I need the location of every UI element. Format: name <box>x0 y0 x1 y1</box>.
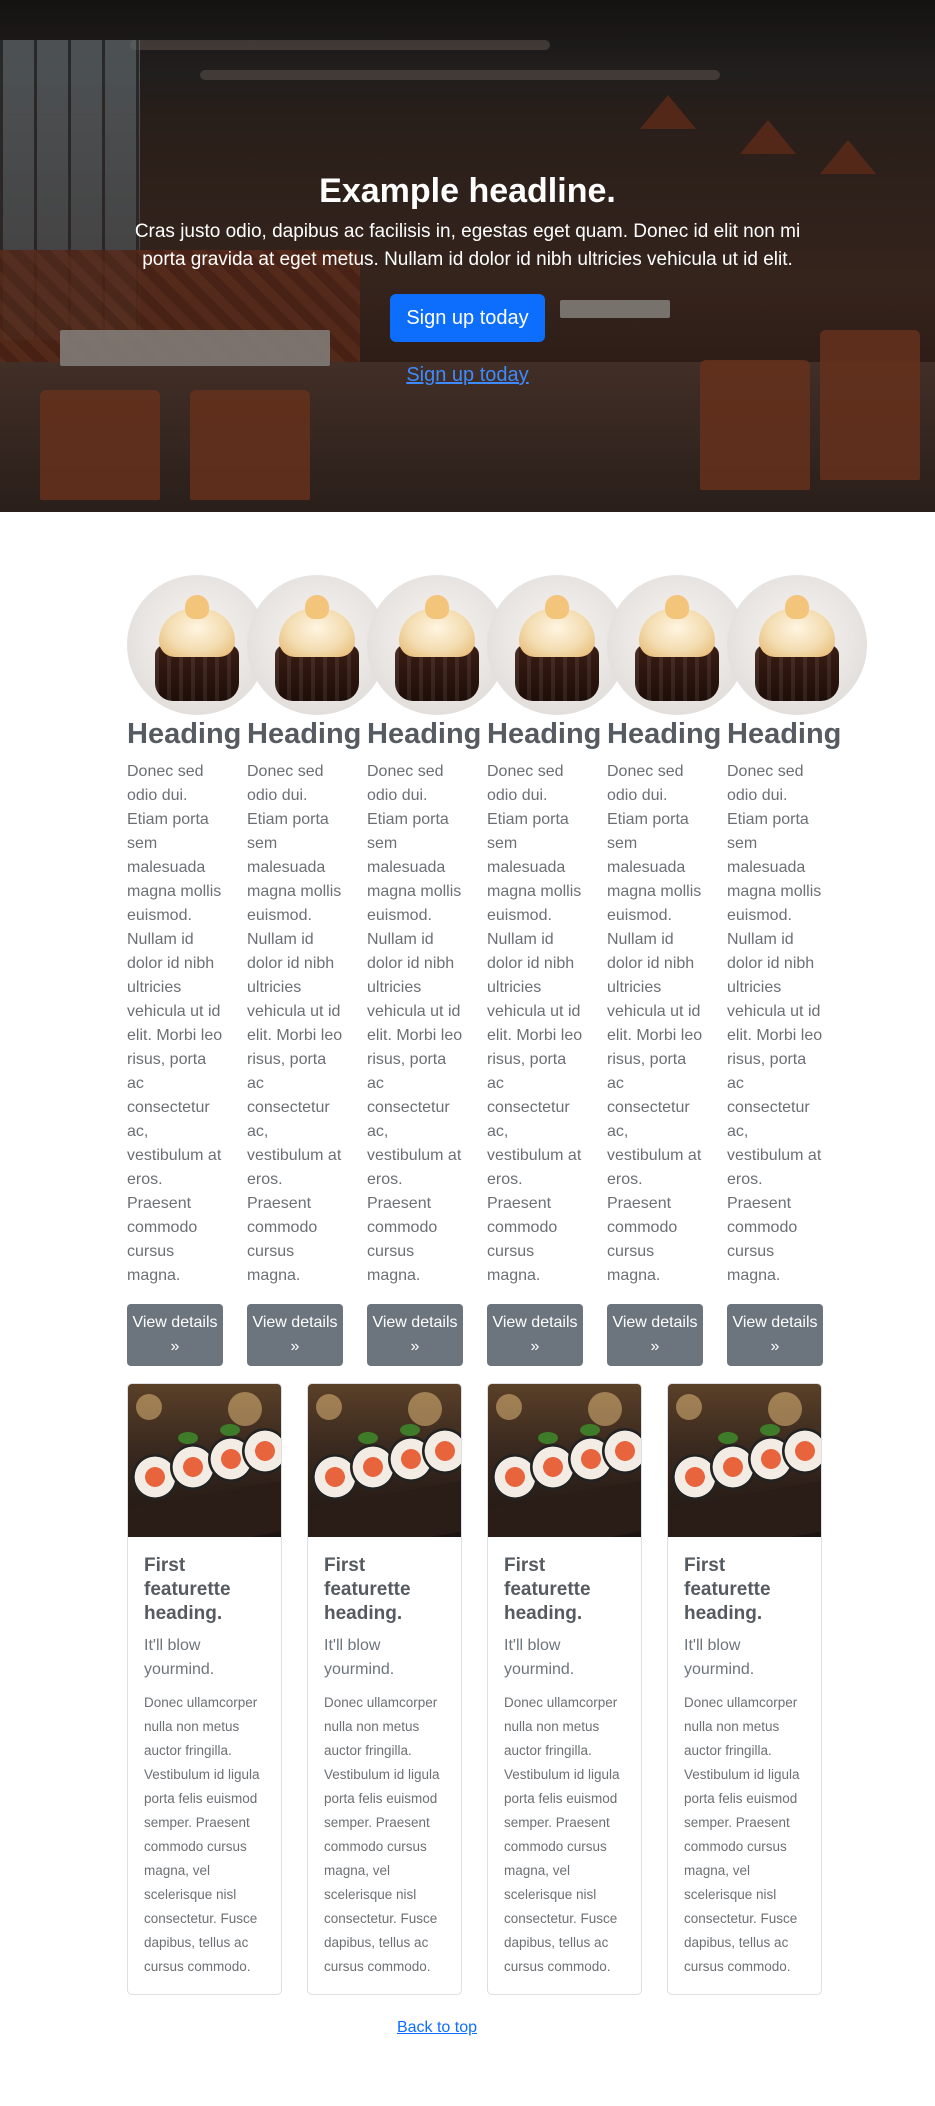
cupcake-image <box>247 575 387 715</box>
view-details-button[interactable]: View details » <box>367 1304 463 1366</box>
card-body: First featurette heading. It'll blow you… <box>144 1554 268 1979</box>
featurette-card: First featurette heading. It'll blow you… <box>487 1383 642 1995</box>
view-details-button[interactable]: View details » <box>607 1304 703 1366</box>
column-text: Donec sed odio dui. Etiam porta sem male… <box>607 763 703 1284</box>
back-to-top-link[interactable]: Back to top <box>0 2019 874 2037</box>
column-text: Donec sed odio dui. Etiam porta sem male… <box>367 763 463 1284</box>
card-text: Donec ullamcorper nulla non metus auctor… <box>684 1695 800 1974</box>
cupcake-image <box>127 575 267 715</box>
column-heading: Heading <box>247 718 362 750</box>
view-details-button[interactable]: View details » <box>247 1304 343 1366</box>
column-heading: Heading <box>367 718 482 750</box>
featurette-card: First featurette heading. It'll blow you… <box>667 1383 822 1995</box>
sushi-image <box>128 1384 281 1537</box>
card-subtitle: It'll blow yourmind. <box>504 1637 575 1678</box>
sign-up-button[interactable]: Sign up today <box>390 294 545 342</box>
column-heading: Heading <box>607 718 722 750</box>
column-text: Donec sed odio dui. Etiam porta sem male… <box>247 763 343 1284</box>
card-body: First featurette heading. It'll blow you… <box>324 1554 448 1979</box>
card-subtitle: It'll blow yourmind. <box>684 1637 755 1678</box>
hero-banner: Example headline. Cras justo odio, dapib… <box>0 0 935 512</box>
featurette-card: First featurette heading. It'll blow you… <box>127 1383 282 1995</box>
cupcake-image <box>367 575 507 715</box>
card-text: Donec ullamcorper nulla non metus auctor… <box>144 1695 260 1974</box>
view-details-button[interactable]: View details » <box>487 1304 583 1366</box>
card-title: First featurette heading. <box>684 1555 771 1624</box>
cupcake-image <box>727 575 867 715</box>
card-title: First featurette heading. <box>324 1555 411 1624</box>
view-details-button[interactable]: View details » <box>127 1304 223 1366</box>
card-subtitle: It'll blow yourmind. <box>324 1637 395 1678</box>
card-title: First featurette heading. <box>144 1555 231 1624</box>
card-body: First featurette heading. It'll blow you… <box>684 1554 808 1979</box>
cupcake-image <box>487 575 627 715</box>
column-text: Donec sed odio dui. Etiam porta sem male… <box>727 763 823 1284</box>
hero-text: Cras justo odio, dapibus ac facilisis in… <box>134 221 801 270</box>
card-title: First featurette heading. <box>504 1555 591 1624</box>
card-body: First featurette heading. It'll blow you… <box>504 1554 628 1979</box>
hero-content: Example headline. Cras justo odio, dapib… <box>0 170 935 387</box>
column-heading: Heading <box>127 718 242 750</box>
sushi-image <box>668 1384 821 1537</box>
column-text: Donec sed odio dui. Etiam porta sem male… <box>487 763 583 1284</box>
featurette-card: First featurette heading. It'll blow you… <box>307 1383 462 1995</box>
view-details-button[interactable]: View details » <box>727 1304 823 1366</box>
cupcake-image <box>607 575 747 715</box>
card-text: Donec ullamcorper nulla non metus auctor… <box>504 1695 620 1974</box>
sushi-image <box>308 1384 461 1537</box>
card-subtitle: It'll blow yourmind. <box>144 1637 215 1678</box>
column-text: Donec sed odio dui. Etiam porta sem male… <box>127 763 223 1284</box>
sushi-image <box>488 1384 641 1537</box>
sign-up-link[interactable]: Sign up today <box>0 364 935 387</box>
hero-title: Example headline. <box>319 172 616 210</box>
card-text: Donec ullamcorper nulla non metus auctor… <box>324 1695 440 1974</box>
column-heading: Heading <box>727 718 842 750</box>
column-heading: Heading <box>487 718 602 750</box>
